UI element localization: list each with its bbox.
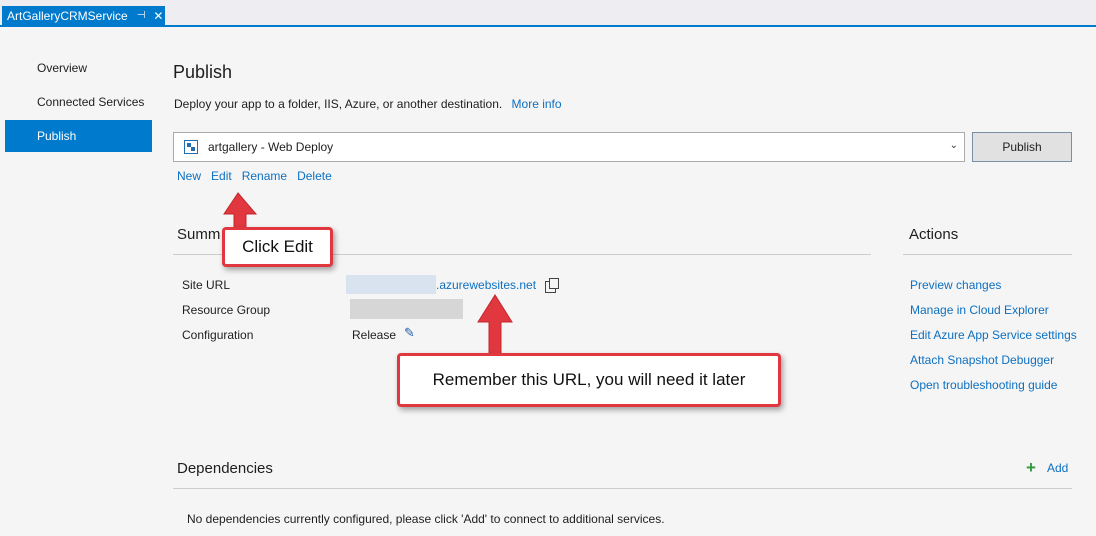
callout-remember-url: Remember this URL, you will need it late… — [397, 353, 781, 407]
callout-click-edit: Click Edit — [222, 227, 333, 267]
annotation-arrows — [223, 192, 513, 358]
arrow-to-url — [477, 294, 513, 358]
